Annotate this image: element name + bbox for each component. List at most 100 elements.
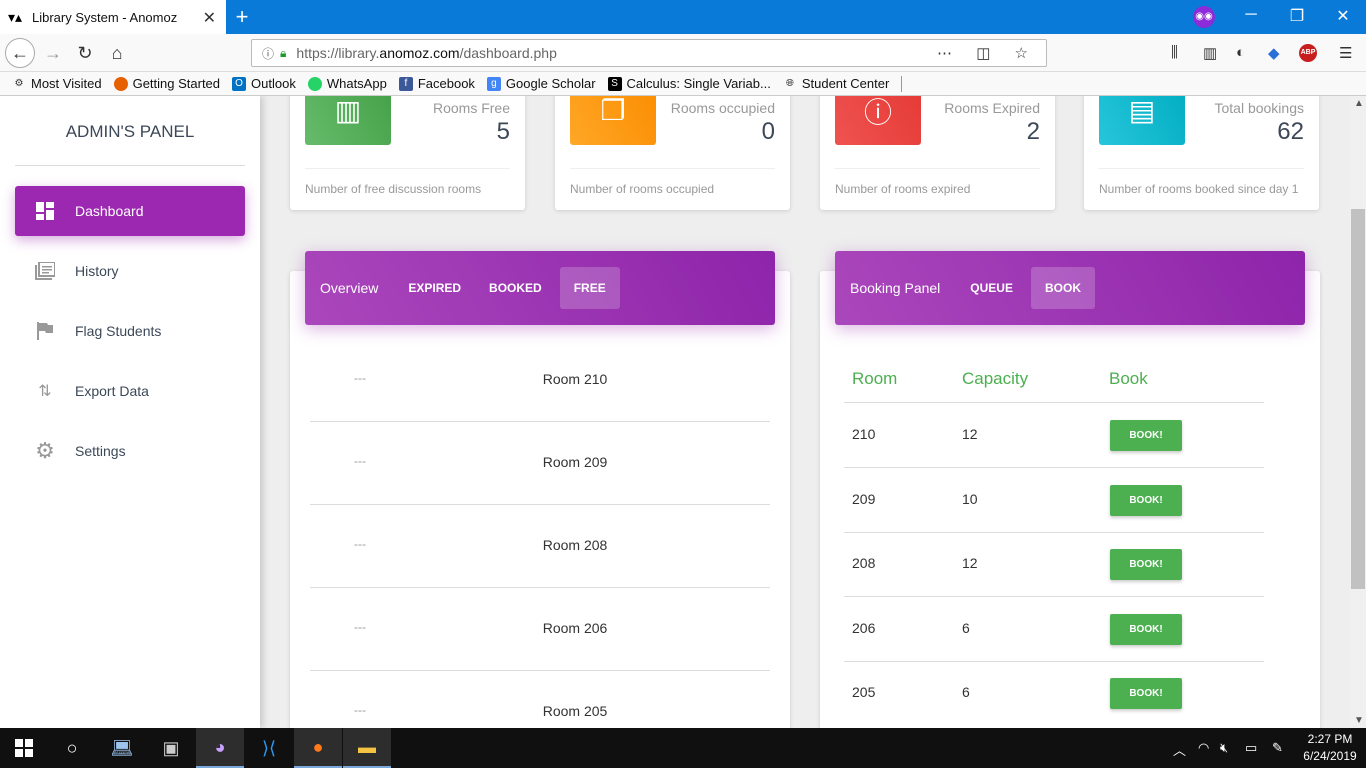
book-button[interactable]: BOOK! [1110,678,1182,709]
folder-icon: ▬ [358,736,376,757]
pen-icon[interactable]: ✎ [1272,740,1283,756]
library-icon[interactable]: ⫼ [1171,44,1178,61]
bookmark-calculus[interactable]: S Calculus: Single Variab... [607,76,771,91]
browser-nav-bar: ← → ↻ ⌂ ⓘ 🔒︎ https://library.anomoz.com/… [0,34,1366,72]
book-button[interactable]: BOOK! [1110,614,1182,645]
list-item: --- Room 208 [310,505,770,588]
cortana-circle-icon: ○ [66,737,78,758]
private-mask-icon[interactable]: ◉◉ [1193,6,1215,28]
room-name: Room 206 [542,620,608,636]
taskbar-app-firefox[interactable]: ● [294,728,342,768]
stat-card-rooms-occupied: ❐ Rooms occupied 0 Number of rooms occup… [555,96,790,210]
capacity-cell: 6 [962,620,970,636]
bookmark-whatsapp[interactable]: WhatsApp [307,76,387,91]
adblock-icon[interactable]: ABP [1299,44,1317,62]
mask-favicon-icon: ▾▴ [8,9,23,25]
room-cell: 206 [852,620,876,636]
taskbar-app-file-explorer[interactable]: ▬ [343,728,391,768]
scroll-up-icon[interactable]: ▲ [1354,98,1364,109]
tab-free[interactable]: FREE [559,267,620,309]
bookmark-most-visited[interactable]: ⚙ Most Visited [12,76,102,91]
stat-divider [305,168,510,169]
column-header-capacity: Capacity [962,369,1029,388]
minimize-button[interactable]: ─ [1241,6,1261,24]
page-scrollbar[interactable]: ▲ ▼ [1350,96,1366,728]
sidebar-item-history[interactable]: History [15,246,245,296]
stat-value: 5 [496,118,510,145]
menu-icon[interactable]: ☰ [1339,44,1352,62]
stat-divider [570,168,775,169]
reload-button[interactable]: ↻ [71,39,99,67]
sidebar-item-label: Settings [75,443,126,459]
restore-button[interactable]: ❐ [1287,6,1307,26]
overview-title: Overview [320,280,379,296]
sidebar-divider [15,165,245,166]
taskbar-app-vscode[interactable]: ⟩⟨ [245,728,293,768]
battery-icon[interactable]: ▭ [1245,740,1257,756]
book-button[interactable]: BOOK! [1110,549,1182,580]
stat-value: 0 [761,118,775,145]
sidebar-item-flag-students[interactable]: Flag Students [15,306,245,356]
sidebar-title: ADMIN'S PANEL [65,122,195,141]
browser-tab[interactable]: ▾▴ Library System - Anomoz ✕ [0,0,226,34]
stat-divider [1099,168,1304,169]
url-text[interactable]: https://library.anomoz.com/dashboard.php [296,45,556,61]
taskbar-app-photos[interactable]: ▣ [147,728,195,768]
tab-book[interactable]: BOOK [1030,267,1095,309]
taskbar-clock[interactable]: 2:27 PM 6/24/2019 [1300,731,1360,765]
stat-divider [835,168,1040,169]
volume-muted-icon[interactable]: 🔇︎ [1220,740,1228,756]
room-name: Room 205 [542,703,608,719]
column-header-book: Book [1109,369,1148,388]
show-hidden-icons-icon[interactable]: ︿ [1173,740,1186,759]
book-button[interactable]: BOOK! [1110,420,1182,451]
tab-title: Library System - Anomoz [32,9,178,25]
whatsapp-icon [307,76,322,91]
taskbar-app-this-pc[interactable]: 💻︎ [98,728,146,768]
address-bar[interactable]: ⓘ 🔒︎ https://library.anomoz.com/dashboar… [251,39,1047,67]
room-name: Room 208 [542,537,608,553]
close-window-button[interactable]: ✕ [1333,6,1353,26]
stat-card-rooms-free: ▥ Rooms Free 5 Number of free discussion… [290,96,525,210]
room-dash: --- [354,454,366,468]
overview-panel: Overview EXPIRED BOOKED FREE --- Room 21… [290,251,790,728]
site-info-icon[interactable]: ⓘ [262,45,274,62]
scroll-down-icon[interactable]: ▼ [1354,715,1364,726]
new-tab-button[interactable]: + [231,4,253,30]
sidebar-item-export-data[interactable]: ⇅ Export Data [15,366,245,416]
search-button[interactable]: ○ [48,728,96,768]
bookmark-student-center[interactable]: 🌐︎ Student Center [783,76,889,91]
tab-expired[interactable]: EXPIRED [398,267,471,309]
start-button[interactable] [0,728,48,768]
bookmark-google-scholar[interactable]: g Google Scholar [486,76,596,91]
room-cell: 205 [852,684,876,700]
taskbar-app-github[interactable]: ◕ [196,728,244,768]
list-item: --- Room 210 [310,339,770,422]
stat-label: Rooms Expired [944,100,1040,116]
bookmark-getting-started[interactable]: Getting Started [113,76,220,91]
bookmark-outlook[interactable]: O Outlook [232,76,296,91]
home-button[interactable]: ⌂ [103,39,131,67]
book-button[interactable]: BOOK! [1110,485,1182,516]
page-actions-icons[interactable]: ⋯ ◫ ☆ [937,44,1038,62]
stat-card-rooms-expired: ⓘ Rooms Expired 2 Number of rooms expire… [820,96,1055,210]
sidebar-item-dashboard[interactable]: Dashboard [15,186,245,236]
stat-footer: Number of free discussion rooms [305,182,482,196]
bookmarks-bar: ⚙ Most Visited Getting Started O Outlook W… [0,72,1366,96]
scrollbar-thumb[interactable] [1351,209,1365,589]
tab-queue[interactable]: QUEUE [960,267,1023,309]
sidebar-toggle-icon[interactable]: ▥ [1203,44,1217,62]
account-icon[interactable]: ◐ [1236,44,1245,61]
extension-icon[interactable]: ◆ [1268,44,1280,62]
tab-booked[interactable]: BOOKED [479,267,552,309]
capacity-cell: 12 [962,426,978,442]
wifi-icon[interactable]: ◠ [1198,740,1209,756]
sidebar-item-label: History [75,263,119,279]
sidebar-item-settings[interactable]: ⚙ Settings [15,426,245,476]
back-button[interactable]: ← [5,38,35,68]
close-tab-icon[interactable]: ✕ [203,8,216,28]
bookmark-facebook[interactable]: f Facebook [398,76,475,91]
forward-button[interactable]: → [39,39,67,67]
content-copy-icon: ❐ [570,96,656,145]
gear-icon: ⚙ [14,77,24,89]
